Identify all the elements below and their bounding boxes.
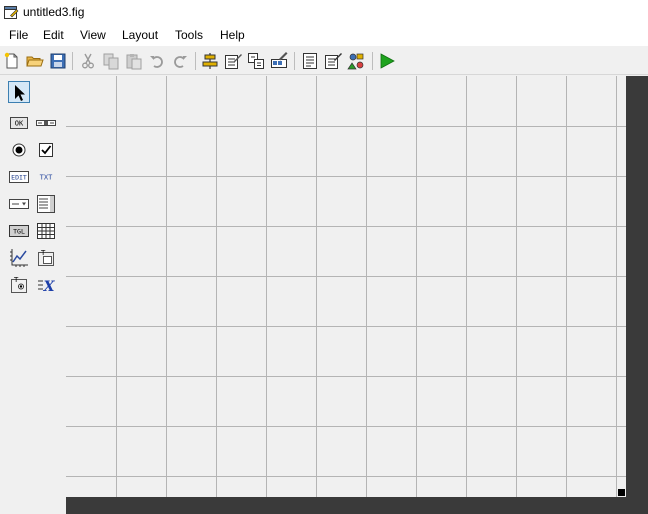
menu-file[interactable]: File [8, 28, 29, 42]
toolbar-separator [72, 52, 73, 70]
table-tool[interactable] [35, 220, 57, 242]
new-figure-icon[interactable] [2, 51, 22, 71]
panel-tool[interactable]: T [35, 247, 57, 269]
run-figure-icon[interactable] [377, 51, 397, 71]
layout-grid [66, 76, 626, 497]
button-group-label: T [13, 276, 19, 284]
list-box-tool[interactable] [35, 193, 57, 215]
canvas-resize-handle[interactable] [618, 489, 625, 496]
slider-tool[interactable] [35, 112, 57, 134]
pop-up-menu-tool[interactable] [8, 193, 30, 215]
push-button-label: OK [15, 120, 24, 128]
editor-icon[interactable] [300, 51, 320, 71]
activex-control-tool[interactable]: X [35, 274, 57, 296]
paste-icon[interactable] [124, 51, 144, 71]
toolbar-editor-icon[interactable] [269, 51, 289, 71]
title-bar: untitled3.fig [0, 0, 648, 24]
guide-figure-icon [3, 4, 19, 20]
toolbar-separator [294, 52, 295, 70]
menu-bar: File Edit View Layout Tools Help [0, 24, 648, 46]
axes-tool[interactable] [8, 247, 30, 269]
activex-label: X [43, 279, 56, 295]
object-browser-icon[interactable] [346, 51, 366, 71]
toolbar-separator [195, 52, 196, 70]
cut-icon[interactable] [78, 51, 98, 71]
save-icon[interactable] [48, 51, 68, 71]
copy-icon[interactable] [101, 51, 121, 71]
layout-canvas[interactable] [66, 76, 626, 497]
component-palette: OK EDIT TXT TGL T T X [0, 75, 66, 514]
toggle-button-tool[interactable]: TGL [8, 220, 30, 242]
static-text-label: TXT [40, 174, 53, 182]
align-objects-icon[interactable] [200, 51, 220, 71]
undo-icon[interactable] [147, 51, 167, 71]
push-button-tool[interactable]: OK [8, 112, 30, 134]
toolbar-separator [372, 52, 373, 70]
edit-text-label: EDIT [11, 174, 27, 182]
radio-button-tool[interactable] [8, 139, 30, 161]
window-title: untitled3.fig [23, 5, 85, 19]
menu-view[interactable]: View [79, 28, 107, 42]
menu-edit[interactable]: Edit [42, 28, 65, 42]
panel-label: T [40, 249, 46, 257]
property-inspector-icon[interactable] [323, 51, 343, 71]
check-box-tool[interactable] [35, 139, 57, 161]
select-tool[interactable] [8, 81, 30, 103]
tab-order-editor-icon[interactable] [246, 51, 266, 71]
open-folder-icon[interactable] [25, 51, 45, 71]
toolbar [0, 47, 648, 75]
menu-tools[interactable]: Tools [174, 28, 204, 42]
layout-area [66, 76, 648, 514]
toggle-button-label: TGL [13, 228, 25, 236]
static-text-tool[interactable]: TXT [35, 166, 57, 188]
redo-icon[interactable] [170, 51, 190, 71]
menu-help[interactable]: Help [219, 28, 246, 42]
edit-text-tool[interactable]: EDIT [8, 166, 30, 188]
menu-editor-icon[interactable] [223, 51, 243, 71]
button-group-tool[interactable]: T [8, 274, 30, 296]
menu-layout[interactable]: Layout [121, 28, 159, 42]
